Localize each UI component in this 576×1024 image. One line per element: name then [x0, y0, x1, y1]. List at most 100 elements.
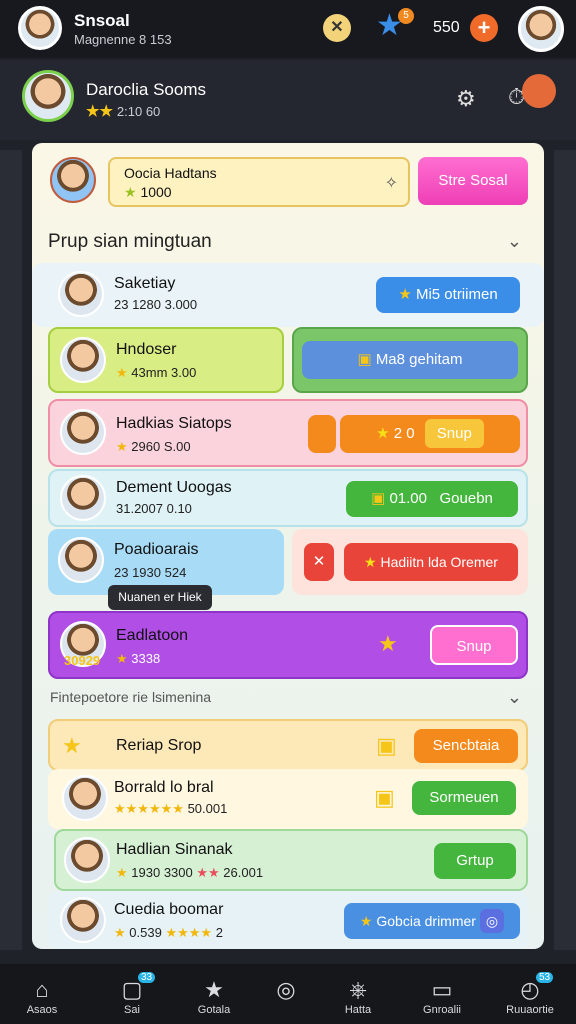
close-icon[interactable]: ✕ [304, 543, 334, 581]
row-action-label: Mi5 otriimen [415, 286, 498, 303]
row-action-button[interactable]: Sormeuen [412, 781, 516, 815]
social-panel: Oocia Hadtans ★ 1000 ✧ Stre Sosal Prup s… [32, 143, 544, 949]
sparkle-icon: ✧ [384, 175, 398, 192]
row-action-label: Snup [424, 419, 484, 448]
friend-avatar[interactable] [518, 6, 564, 52]
star-icon: ★ [364, 554, 377, 570]
nav-item-search[interactable]: ◎ [254, 978, 318, 1004]
row-stats: 23 1280 3.000 [114, 297, 198, 312]
avatar [58, 537, 104, 583]
nav-item-sai[interactable]: ▢ 33 Sai [100, 972, 164, 1016]
row-level: 30929 [64, 653, 101, 668]
row-stats: ★ 1930 3300 ★★ 26.001 [116, 865, 263, 881]
row-stats: ★ 2960 S.00 [116, 439, 191, 455]
tooltip: Nuanen er Hiek [108, 585, 212, 610]
nav-label: Gotala [197, 1004, 231, 1016]
row-action-button[interactable]: ▣ 01.00 Gouebn [346, 481, 518, 517]
row-name: Hndoser [116, 341, 177, 358]
row-name: Poadioarais [114, 541, 199, 558]
nav-label: Hatta [344, 1004, 372, 1016]
row-stats: 31.2007 0.10 [116, 501, 192, 516]
row-action-button[interactable]: ★ Hadiitn lda Oremer [344, 543, 518, 581]
star-icon: ★ [204, 977, 224, 1002]
row-name: Hadlian Sinanak [116, 841, 233, 858]
row-action-label: Gobcia drimmer [376, 913, 476, 929]
star-icon: ★ [378, 631, 398, 656]
avatar [60, 475, 106, 521]
add-coins-button[interactable]: + [470, 14, 498, 42]
coin-count: 550 [433, 19, 460, 36]
nav-badge: 53 [536, 972, 554, 983]
gift-icon: ▣ [357, 351, 372, 368]
panel-value-text: 1000 [140, 184, 172, 200]
gift-icon: ▣ [374, 785, 395, 810]
star-icon[interactable]: ★ 5 [376, 8, 414, 42]
row-action-button[interactable]: Sencbtaia [414, 729, 518, 763]
player-rating: ★★ 2:10 60 [86, 102, 160, 120]
row-stats: ★ 3338 [116, 651, 160, 667]
folder-icon: ▭ [431, 977, 453, 1002]
row-stats-text: 2960 S.00 [131, 439, 191, 454]
row-stats-text: 50.001 [187, 801, 228, 816]
row-stats-extra: 26.001 [223, 865, 264, 880]
nav-label: Gnroalii [423, 1004, 461, 1016]
nav-item-home[interactable]: ⌂ Asaos [10, 977, 74, 1017]
row-stats: ★ 43mm 3.00 [116, 365, 196, 381]
nav-item-hatta[interactable]: ⎈ Hatta [326, 977, 390, 1017]
panel-title: Oocia Hadtans [124, 165, 217, 181]
profile-name: Snsoal [74, 11, 130, 30]
row-action-button[interactable]: ★ Mi5 otriimen [376, 277, 520, 313]
list-item: Eadlatoon 30929 ★ 3338 ★ Snup [48, 611, 528, 679]
row-count: 01.00 [389, 490, 427, 507]
row-stats-text: 43mm 3.00 [131, 365, 197, 380]
chevron-down-icon[interactable]: ⌄ [507, 231, 522, 252]
row-stats-extra: 2 [215, 925, 223, 940]
nav-badge: 33 [138, 972, 156, 983]
nav-item-star[interactable]: ★ Gotala [182, 977, 246, 1017]
row-action-button[interactable]: Grtup [434, 843, 516, 879]
gift-icon: ▣ [376, 733, 397, 758]
avatar [60, 337, 106, 383]
nav-item-ruuaortie[interactable]: ◴ 53 Ruuaortie [498, 972, 562, 1016]
row-action-button[interactable]: ★ 2 0 Snup [340, 415, 520, 453]
row-action-label: Hadiitn lda Oremer [380, 554, 498, 570]
history-icon: ⎈ [349, 977, 367, 1002]
star-rating: ★★★★★★ [114, 801, 184, 816]
gear-icon[interactable]: ⚙ [456, 86, 476, 112]
search-icon: ◎ [276, 977, 296, 1002]
orange-tab[interactable] [308, 415, 336, 453]
player-level: 2:10 60 [116, 104, 161, 119]
row-stats: 23 1930 524 [114, 565, 187, 580]
row-action-button[interactable]: Snup [430, 625, 518, 665]
chevron-down-icon[interactable]: ⌄ [507, 687, 522, 708]
avatar [62, 775, 108, 821]
star-icon: ★ [62, 733, 82, 758]
section-title: Fintepoetore rie lsimenina [50, 689, 212, 705]
row-name: Saketiay [114, 275, 176, 292]
list-item: ★ Reriap Srop ▣ Sencbtaia [48, 719, 528, 771]
pirate-avatar[interactable] [522, 74, 556, 108]
star-badge: 5 [398, 8, 414, 24]
list-item: Hadlian Sinanak ★ 1930 3300 ★★ 26.001 Gr… [54, 829, 528, 891]
list-item: Cuedia boomar ★ 0.539 ★★★★ 2 ★ Gobcia dr… [48, 891, 528, 949]
star-icon: ★ [116, 865, 128, 880]
star-icon: ★ [124, 184, 137, 200]
row-name: Reriap Srop [116, 737, 202, 754]
row-action-label: Gouebn [439, 490, 493, 507]
row-action-button[interactable]: ▣ Ma8 gehitam [302, 341, 518, 379]
close-icon[interactable]: ✕ [323, 14, 351, 42]
list-item: ▣ Ma8 gehitam [292, 327, 528, 393]
refresh-icon: ◎ [479, 909, 505, 933]
list-item: ✕ ★ Hadiitn lda Oremer [292, 529, 528, 595]
home-icon: ⌂ [35, 977, 49, 1002]
right-backdrop [554, 150, 576, 950]
star-icon: ★ [359, 913, 373, 929]
send-social-button[interactable]: Stre Sosal [418, 157, 528, 205]
player-avatar[interactable] [22, 70, 74, 122]
nav-item-gnroalii[interactable]: ▭ Gnroalii [410, 977, 474, 1017]
row-action-button[interactable]: ★ Gobcia drimmer ◎ [344, 903, 520, 939]
nav-label: Sai [124, 1004, 140, 1016]
row-count: 2 0 [393, 425, 415, 442]
profile-avatar[interactable] [18, 6, 62, 50]
player-name: Daroclia Sooms [86, 80, 206, 99]
